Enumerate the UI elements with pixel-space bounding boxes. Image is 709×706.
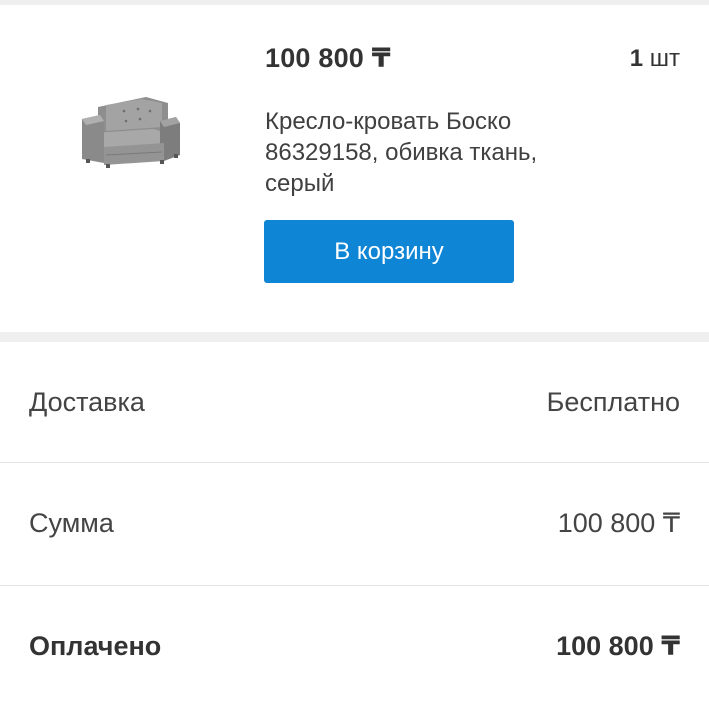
paid-row: Оплачено 100 800 ₸ xyxy=(0,586,709,706)
product-card: 100 800 ₸ 1 шт Кресло-кровать Боско 8632… xyxy=(0,5,709,332)
delivery-row: Доставка Бесплатно xyxy=(0,342,709,462)
product-price: 100 800 ₸ xyxy=(265,43,391,73)
sum-label: Сумма xyxy=(29,508,114,538)
product-name[interactable]: Кресло-кровать Боско 86329158, обивка тк… xyxy=(265,106,585,199)
delivery-label: Доставка xyxy=(29,387,145,417)
sum-row: Сумма 100 800 ₸ xyxy=(0,463,709,583)
paid-value: 100 800 ₸ xyxy=(556,631,680,661)
section-separator xyxy=(0,332,709,342)
quantity-number: 1 xyxy=(629,45,644,72)
paid-label: Оплачено xyxy=(29,631,162,661)
delivery-value: Бесплатно xyxy=(546,387,680,417)
add-to-cart-button[interactable]: В корзину xyxy=(264,220,514,283)
quantity-unit: шт xyxy=(649,45,680,72)
product-quantity: 1 шт xyxy=(630,45,680,73)
sum-value: 100 800 ₸ xyxy=(557,508,680,538)
armchair-image[interactable] xyxy=(76,91,182,171)
